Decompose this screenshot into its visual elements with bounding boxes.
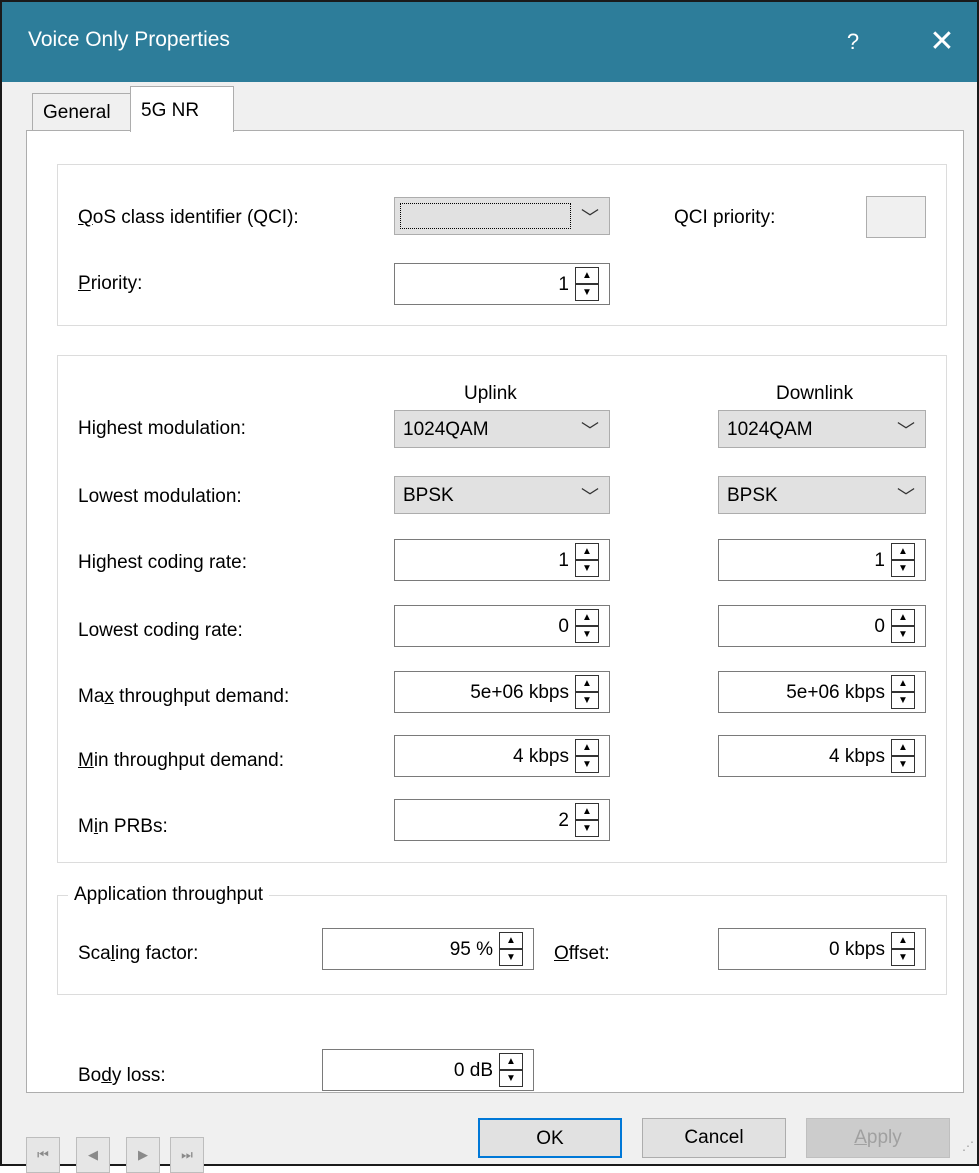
priority-label: Priority: [78, 273, 143, 294]
dropdown-value: BPSK [727, 485, 778, 506]
offset-spinner[interactable]: 0 kbps ▲ ▼ [718, 928, 926, 970]
cancel-button[interactable]: Cancel [642, 1118, 786, 1158]
lowest-coding-rate-uplink-spinner[interactable]: 0 ▲ ▼ [394, 605, 610, 647]
lowest-modulation-uplink-dropdown[interactable]: BPSK ﹀ [394, 476, 610, 514]
lowest-modulation-label: Lowest modulation: [78, 486, 242, 507]
min-throughput-label: Min throughput demand: [78, 750, 284, 771]
highest-coding-rate-downlink-spinner[interactable]: 1 ▲ ▼ [718, 539, 926, 581]
chevron-down-icon: ﹀ [581, 421, 599, 441]
spin-down-icon[interactable]: ▼ [575, 756, 599, 773]
spinner-value: 2 [558, 810, 569, 831]
max-throughput-uplink-spinner[interactable]: 5e+06 kbps ▲ ▼ [394, 671, 610, 713]
chevron-down-icon: ﹀ [897, 487, 915, 507]
spinner-value: 0 [874, 616, 885, 637]
min-prbs-spinner[interactable]: 2 ▲ ▼ [394, 799, 610, 841]
spin-up-icon[interactable]: ▲ [575, 739, 599, 756]
first-record-icon[interactable]: ⏮ [26, 1137, 60, 1173]
content-layer: QoS class identifier (QCI): ﹀ QCI priori… [2, 2, 977, 1173]
spinner-value: 0 [558, 616, 569, 637]
min-throughput-uplink-spinner[interactable]: 4 kbps ▲ ▼ [394, 735, 610, 777]
next-record-icon[interactable]: ▶ [126, 1137, 160, 1173]
qci-label: QoS class identifier (QCI): [78, 207, 299, 228]
highest-modulation-downlink-dropdown[interactable]: 1024QAM ﹀ [718, 410, 926, 448]
qci-priority-label: QCI priority: [674, 207, 776, 228]
highest-coding-rate-label: Highest coding rate: [78, 552, 247, 573]
spin-up-icon[interactable]: ▲ [575, 267, 599, 284]
ok-button[interactable]: OK [478, 1118, 622, 1158]
spinner-value: 1 [874, 550, 885, 571]
max-throughput-downlink-spinner[interactable]: 5e+06 kbps ▲ ▼ [718, 671, 926, 713]
resize-grip-icon[interactable]: ⋰ [962, 1140, 976, 1162]
spin-up-icon[interactable]: ▲ [575, 609, 599, 626]
qci-priority-field [866, 196, 926, 238]
spin-up-icon[interactable]: ▲ [891, 932, 915, 949]
spin-up-icon[interactable]: ▲ [575, 543, 599, 560]
min-prbs-label: Min PRBs: [78, 816, 168, 837]
spin-down-icon[interactable]: ▼ [891, 692, 915, 709]
spin-down-icon[interactable]: ▼ [575, 560, 599, 577]
spin-down-icon[interactable]: ▼ [891, 626, 915, 643]
spinner-value: 1 [558, 550, 569, 571]
properties-dialog: Voice Only Properties ? ✕ General 5G NR … [0, 0, 979, 1173]
spin-up-icon[interactable]: ▲ [891, 675, 915, 692]
scaling-factor-label: Scaling factor: [78, 943, 199, 964]
spin-down-icon[interactable]: ▼ [499, 1070, 523, 1087]
spin-up-icon[interactable]: ▲ [891, 609, 915, 626]
body-loss-spinner[interactable]: 0 dB ▲ ▼ [322, 1049, 534, 1091]
dropdown-value: 1024QAM [403, 419, 489, 440]
spin-up-icon[interactable]: ▲ [499, 932, 523, 949]
last-record-icon[interactable]: ⏭ [170, 1137, 204, 1173]
priority-spinner[interactable]: 1 ▲ ▼ [394, 263, 610, 305]
lowest-coding-rate-downlink-spinner[interactable]: 0 ▲ ▼ [718, 605, 926, 647]
chevron-down-icon: ﹀ [897, 421, 915, 441]
downlink-header: Downlink [776, 383, 854, 404]
spin-down-icon[interactable]: ▼ [891, 560, 915, 577]
app-throughput-title: Application throughput [68, 884, 270, 906]
spinner-value: 0 kbps [829, 939, 885, 960]
lowest-modulation-downlink-dropdown[interactable]: BPSK ﹀ [718, 476, 926, 514]
spin-down-icon[interactable]: ▼ [575, 284, 599, 301]
highest-modulation-label: Highest modulation: [78, 418, 246, 439]
qci-dropdown[interactable]: ﹀ [394, 197, 610, 235]
dropdown-value: 1024QAM [727, 419, 813, 440]
spinner-value: 4 kbps [513, 746, 569, 767]
spin-down-icon[interactable]: ▼ [499, 949, 523, 966]
chevron-down-icon: ﹀ [581, 487, 599, 507]
spinner-value: 5e+06 kbps [470, 682, 569, 703]
spin-down-icon[interactable]: ▼ [575, 820, 599, 837]
priority-value: 1 [558, 274, 569, 295]
previous-record-icon[interactable]: ◀ [76, 1137, 110, 1173]
apply-button[interactable]: Apply [806, 1118, 950, 1158]
spin-down-icon[interactable]: ▼ [575, 692, 599, 709]
chevron-down-icon: ﹀ [581, 208, 599, 228]
uplink-header: Uplink [464, 383, 517, 404]
spin-down-icon[interactable]: ▼ [891, 949, 915, 966]
focus-rectangle [400, 203, 571, 229]
dropdown-value: BPSK [403, 485, 454, 506]
highest-coding-rate-uplink-spinner[interactable]: 1 ▲ ▼ [394, 539, 610, 581]
spin-down-icon[interactable]: ▼ [575, 626, 599, 643]
spin-down-icon[interactable]: ▼ [891, 756, 915, 773]
lowest-coding-rate-label: Lowest coding rate: [78, 620, 243, 641]
offset-label: Offset: [554, 943, 610, 964]
spin-up-icon[interactable]: ▲ [891, 739, 915, 756]
spin-up-icon[interactable]: ▲ [499, 1053, 523, 1070]
highest-modulation-uplink-dropdown[interactable]: 1024QAM ﹀ [394, 410, 610, 448]
spinner-value: 4 kbps [829, 746, 885, 767]
spinner-value: 5e+06 kbps [786, 682, 885, 703]
scaling-factor-spinner[interactable]: 95 % ▲ ▼ [322, 928, 534, 970]
spin-up-icon[interactable]: ▲ [575, 803, 599, 820]
body-loss-label: Body loss: [78, 1065, 166, 1086]
spinner-value: 0 dB [453, 1060, 493, 1081]
spinner-value: 95 % [449, 939, 493, 960]
min-throughput-downlink-spinner[interactable]: 4 kbps ▲ ▼ [718, 735, 926, 777]
spin-up-icon[interactable]: ▲ [575, 675, 599, 692]
spin-up-icon[interactable]: ▲ [891, 543, 915, 560]
max-throughput-label: Max throughput demand: [78, 686, 290, 707]
